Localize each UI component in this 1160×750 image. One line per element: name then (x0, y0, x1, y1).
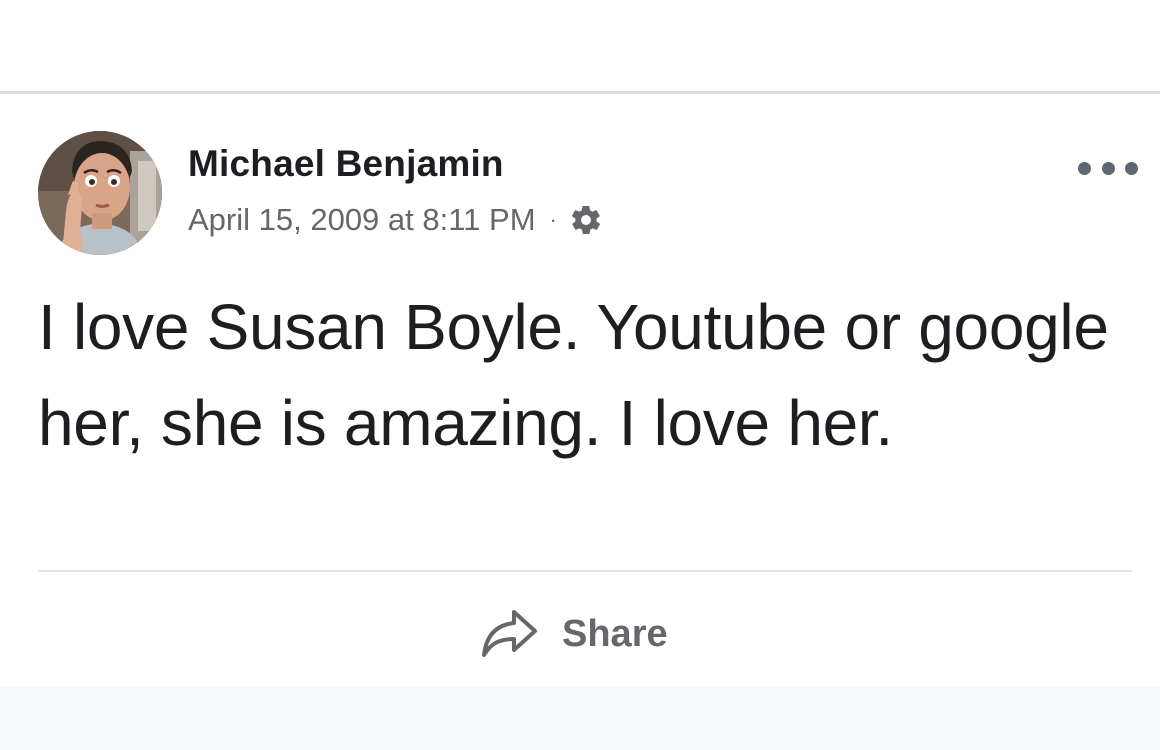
post-card: Michael Benjamin April 15, 2009 at 8:11 … (0, 94, 1160, 686)
more-dot (1078, 161, 1091, 175)
share-button[interactable]: Share (480, 604, 668, 664)
post-timestamp[interactable]: April 15, 2009 at 8:11 PM (188, 202, 536, 238)
share-label: Share (562, 612, 668, 655)
author-name[interactable]: Michael Benjamin (188, 143, 504, 185)
post-meta: April 15, 2009 at 8:11 PM · (188, 198, 603, 242)
author-avatar[interactable] (38, 131, 162, 255)
feed-bottom-area (0, 686, 1160, 750)
feed-top-area (0, 0, 1160, 91)
more-dot (1101, 161, 1115, 175)
more-dot (1125, 161, 1138, 175)
feed-page: Michael Benjamin April 15, 2009 at 8:11 … (0, 0, 1160, 750)
profile-photo (38, 131, 162, 255)
action-divider (38, 570, 1132, 572)
meta-separator: · (549, 207, 557, 232)
gear-icon[interactable] (569, 203, 603, 237)
post-text: I love Susan Boyle. Youtube or google he… (38, 291, 1109, 459)
share-arrow-icon (482, 610, 537, 657)
more-options-icon[interactable] (1078, 154, 1138, 182)
